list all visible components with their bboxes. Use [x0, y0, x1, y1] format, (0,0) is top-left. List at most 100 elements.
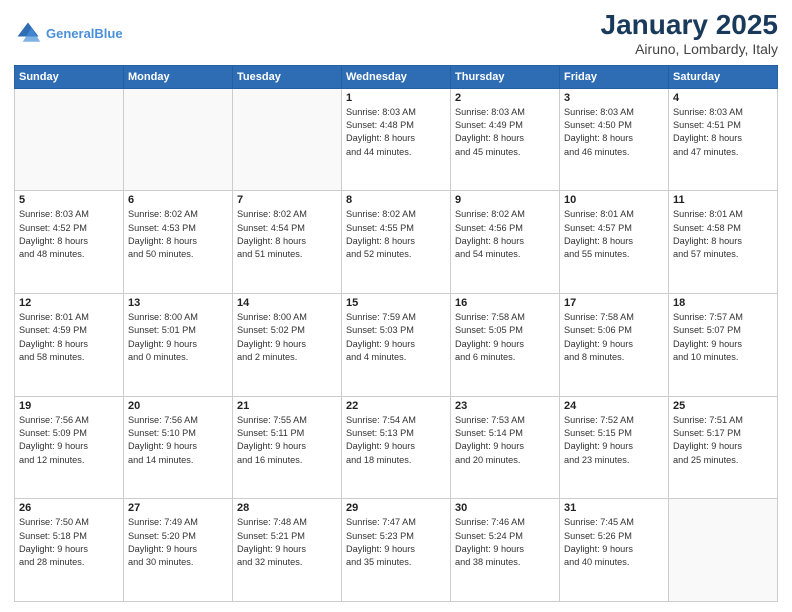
day-number: 14	[237, 297, 337, 309]
day-number: 11	[673, 194, 773, 206]
day-number: 28	[237, 502, 337, 514]
calendar-cell: 27 Sunrise: 7:49 AM Sunset: 5:20 PM Dayli…	[124, 499, 233, 602]
day-info: Sunrise: 7:49 AM Sunset: 5:20 PM Dayligh…	[128, 516, 228, 569]
day-info: Sunrise: 8:02 AM Sunset: 4:55 PM Dayligh…	[346, 208, 446, 261]
weekday-header-row: SundayMondayTuesdayWednesdayThursdayFrid…	[15, 65, 778, 88]
calendar-cell: 16Sunrise: 7:58 AM Sunset: 5:05 PM Dayli…	[451, 294, 560, 397]
calendar-cell: 31 Sunrise: 7:45 AM Sunset: 5:26 PM Dayli…	[560, 499, 669, 602]
day-info: Sunrise: 8:02 AM Sunset: 4:56 PM Dayligh…	[455, 208, 555, 261]
day-number: 13	[128, 297, 228, 309]
day-number: 21	[237, 400, 337, 412]
day-info: Sunrise: 7:56 AM Sunset: 5:10 PM Dayligh…	[128, 414, 228, 467]
calendar-cell: 12Sunrise: 8:01 AM Sunset: 4:59 PM Dayli…	[15, 294, 124, 397]
day-number: 7	[237, 194, 337, 206]
day-info: Sunrise: 8:01 AM Sunset: 4:58 PM Dayligh…	[673, 208, 773, 261]
calendar-cell: 6 Sunrise: 8:02 AM Sunset: 4:53 PM Daylig…	[124, 191, 233, 294]
calendar-cell: 26Sunrise: 7:50 AM Sunset: 5:18 PM Dayli…	[15, 499, 124, 602]
logo-icon	[14, 19, 42, 47]
day-number: 25	[673, 400, 773, 412]
page: GeneralBlue January 2025 Airuno, Lombard…	[0, 0, 792, 612]
day-info: Sunrise: 7:52 AM Sunset: 5:15 PM Dayligh…	[564, 414, 664, 467]
day-info: Sunrise: 8:00 AM Sunset: 5:01 PM Dayligh…	[128, 311, 228, 364]
day-info: Sunrise: 7:59 AM Sunset: 5:03 PM Dayligh…	[346, 311, 446, 364]
calendar-cell: 14 Sunrise: 8:00 AM Sunset: 5:02 PM Dayli…	[233, 294, 342, 397]
weekday-friday: Friday	[560, 65, 669, 88]
calendar-cell: 15 Sunrise: 7:59 AM Sunset: 5:03 PM Dayli…	[342, 294, 451, 397]
day-info: Sunrise: 8:03 AM Sunset: 4:50 PM Dayligh…	[564, 106, 664, 159]
month-title: January 2025	[601, 10, 778, 41]
day-number: 22	[346, 400, 446, 412]
calendar-cell: 29 Sunrise: 7:47 AM Sunset: 5:23 PM Dayli…	[342, 499, 451, 602]
calendar-cell: 7 Sunrise: 8:02 AM Sunset: 4:54 PM Daylig…	[233, 191, 342, 294]
calendar-cell: 19Sunrise: 7:56 AM Sunset: 5:09 PM Dayli…	[15, 396, 124, 499]
calendar-cell	[669, 499, 778, 602]
logo-text: GeneralBlue	[46, 26, 123, 42]
day-info: Sunrise: 7:57 AM Sunset: 5:07 PM Dayligh…	[673, 311, 773, 364]
day-info: Sunrise: 8:02 AM Sunset: 4:54 PM Dayligh…	[237, 208, 337, 261]
weekday-sunday: Sunday	[15, 65, 124, 88]
day-number: 26	[19, 502, 119, 514]
logo-line2: Blue	[94, 26, 122, 41]
calendar-cell	[15, 88, 124, 191]
day-info: Sunrise: 8:03 AM Sunset: 4:48 PM Dayligh…	[346, 106, 446, 159]
calendar-cell: 8 Sunrise: 8:02 AM Sunset: 4:55 PM Daylig…	[342, 191, 451, 294]
day-number: 4	[673, 92, 773, 104]
weekday-tuesday: Tuesday	[233, 65, 342, 88]
day-number: 15	[346, 297, 446, 309]
day-info: Sunrise: 7:51 AM Sunset: 5:17 PM Dayligh…	[673, 414, 773, 467]
day-number: 6	[128, 194, 228, 206]
day-number: 2	[455, 92, 555, 104]
weekday-saturday: Saturday	[669, 65, 778, 88]
calendar-cell: 5Sunrise: 8:03 AM Sunset: 4:52 PM Daylig…	[15, 191, 124, 294]
day-number: 31	[564, 502, 664, 514]
calendar-cell: 20Sunrise: 7:56 AM Sunset: 5:10 PM Dayli…	[124, 396, 233, 499]
day-info: Sunrise: 8:02 AM Sunset: 4:53 PM Dayligh…	[128, 208, 228, 261]
day-info: Sunrise: 7:47 AM Sunset: 5:23 PM Dayligh…	[346, 516, 446, 569]
calendar-cell: 10Sunrise: 8:01 AM Sunset: 4:57 PM Dayli…	[560, 191, 669, 294]
calendar-cell: 2 Sunrise: 8:03 AM Sunset: 4:49 PM Daylig…	[451, 88, 560, 191]
logo: GeneralBlue	[14, 19, 123, 47]
day-info: Sunrise: 7:56 AM Sunset: 5:09 PM Dayligh…	[19, 414, 119, 467]
calendar-cell: 30Sunrise: 7:46 AM Sunset: 5:24 PM Dayli…	[451, 499, 560, 602]
calendar-cell	[124, 88, 233, 191]
calendar-cell: 3Sunrise: 8:03 AM Sunset: 4:50 PM Daylig…	[560, 88, 669, 191]
day-number: 17	[564, 297, 664, 309]
calendar-cell: 4Sunrise: 8:03 AM Sunset: 4:51 PM Daylig…	[669, 88, 778, 191]
week-row-4: 19Sunrise: 7:56 AM Sunset: 5:09 PM Dayli…	[15, 396, 778, 499]
day-number: 9	[455, 194, 555, 206]
day-number: 8	[346, 194, 446, 206]
title-block: January 2025 Airuno, Lombardy, Italy	[601, 10, 778, 57]
calendar-cell: 22 Sunrise: 7:54 AM Sunset: 5:13 PM Dayli…	[342, 396, 451, 499]
day-info: Sunrise: 7:54 AM Sunset: 5:13 PM Dayligh…	[346, 414, 446, 467]
calendar-cell: 9 Sunrise: 8:02 AM Sunset: 4:56 PM Daylig…	[451, 191, 560, 294]
day-number: 10	[564, 194, 664, 206]
day-number: 29	[346, 502, 446, 514]
calendar-cell: 17Sunrise: 7:58 AM Sunset: 5:06 PM Dayli…	[560, 294, 669, 397]
calendar-table: SundayMondayTuesdayWednesdayThursdayFrid…	[14, 65, 778, 602]
calendar-cell: 28Sunrise: 7:48 AM Sunset: 5:21 PM Dayli…	[233, 499, 342, 602]
day-number: 5	[19, 194, 119, 206]
day-info: Sunrise: 7:46 AM Sunset: 5:24 PM Dayligh…	[455, 516, 555, 569]
week-row-1: 1 Sunrise: 8:03 AM Sunset: 4:48 PM Daylig…	[15, 88, 778, 191]
week-row-3: 12Sunrise: 8:01 AM Sunset: 4:59 PM Dayli…	[15, 294, 778, 397]
calendar-cell: 24Sunrise: 7:52 AM Sunset: 5:15 PM Dayli…	[560, 396, 669, 499]
day-number: 18	[673, 297, 773, 309]
day-number: 27	[128, 502, 228, 514]
day-info: Sunrise: 8:00 AM Sunset: 5:02 PM Dayligh…	[237, 311, 337, 364]
calendar-cell: 13 Sunrise: 8:00 AM Sunset: 5:01 PM Dayli…	[124, 294, 233, 397]
week-row-2: 5Sunrise: 8:03 AM Sunset: 4:52 PM Daylig…	[15, 191, 778, 294]
calendar-cell: 1 Sunrise: 8:03 AM Sunset: 4:48 PM Daylig…	[342, 88, 451, 191]
calendar-cell: 21Sunrise: 7:55 AM Sunset: 5:11 PM Dayli…	[233, 396, 342, 499]
calendar-cell: 11 Sunrise: 8:01 AM Sunset: 4:58 PM Dayli…	[669, 191, 778, 294]
day-info: Sunrise: 7:53 AM Sunset: 5:14 PM Dayligh…	[455, 414, 555, 467]
calendar-cell: 25 Sunrise: 7:51 AM Sunset: 5:17 PM Dayli…	[669, 396, 778, 499]
day-info: Sunrise: 8:03 AM Sunset: 4:49 PM Dayligh…	[455, 106, 555, 159]
calendar-cell: 18 Sunrise: 7:57 AM Sunset: 5:07 PM Dayli…	[669, 294, 778, 397]
day-info: Sunrise: 8:01 AM Sunset: 4:59 PM Dayligh…	[19, 311, 119, 364]
calendar-body: 1 Sunrise: 8:03 AM Sunset: 4:48 PM Daylig…	[15, 88, 778, 601]
calendar-cell: 23Sunrise: 7:53 AM Sunset: 5:14 PM Dayli…	[451, 396, 560, 499]
calendar-cell	[233, 88, 342, 191]
day-info: Sunrise: 7:45 AM Sunset: 5:26 PM Dayligh…	[564, 516, 664, 569]
day-number: 1	[346, 92, 446, 104]
week-row-5: 26Sunrise: 7:50 AM Sunset: 5:18 PM Dayli…	[15, 499, 778, 602]
